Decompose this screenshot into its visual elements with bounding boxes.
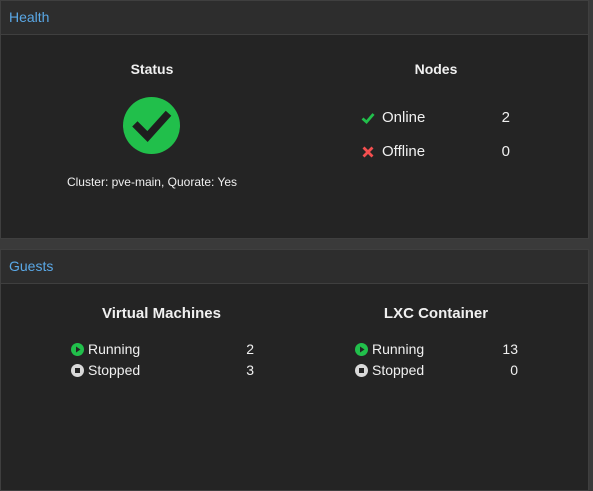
lxc-running-label: Running [372, 341, 425, 357]
stop-circle-icon [355, 364, 368, 377]
vm-running-count: 2 [246, 341, 254, 357]
stop-circle-icon [71, 364, 84, 377]
lxc-stopped-count: 0 [510, 362, 518, 378]
node-online-label: Online [382, 109, 426, 126]
check-icon [361, 113, 375, 124]
guests-panel-header: Guests [1, 250, 588, 284]
nodes-title: Nodes [414, 61, 458, 77]
lxc-running-count: 13 [502, 341, 518, 357]
vm-running-label: Running [88, 341, 141, 357]
status-title: Status [130, 61, 174, 77]
play-circle-icon [355, 343, 368, 356]
vm-running-row: Running 2 [71, 341, 254, 359]
lxc-stopped-row: Stopped 0 [355, 362, 518, 380]
lxc-stopped-label: Stopped [372, 362, 425, 378]
node-offline-label: Offline [382, 143, 426, 160]
vm-stopped-label: Stopped [88, 362, 141, 378]
play-circle-icon [71, 343, 84, 356]
lxc-container-title: LXC Container [383, 305, 489, 322]
virtual-machines-title: Virtual Machines [102, 305, 221, 322]
health-panel-header: Health [1, 1, 588, 35]
cluster-quorate-text: Cluster: pve-main, Quorate: Yes [66, 175, 238, 189]
vm-stopped-count: 3 [246, 362, 254, 378]
vm-stopped-row: Stopped 3 [71, 362, 254, 380]
check-circle-icon [123, 97, 180, 154]
node-offline-count: 0 [501, 143, 510, 160]
x-icon [362, 146, 374, 158]
lxc-running-row: Running 13 [355, 341, 518, 359]
node-status-online: Online 2 [361, 108, 521, 128]
node-online-count: 2 [501, 109, 510, 126]
node-status-offline: Offline 0 [361, 142, 521, 162]
